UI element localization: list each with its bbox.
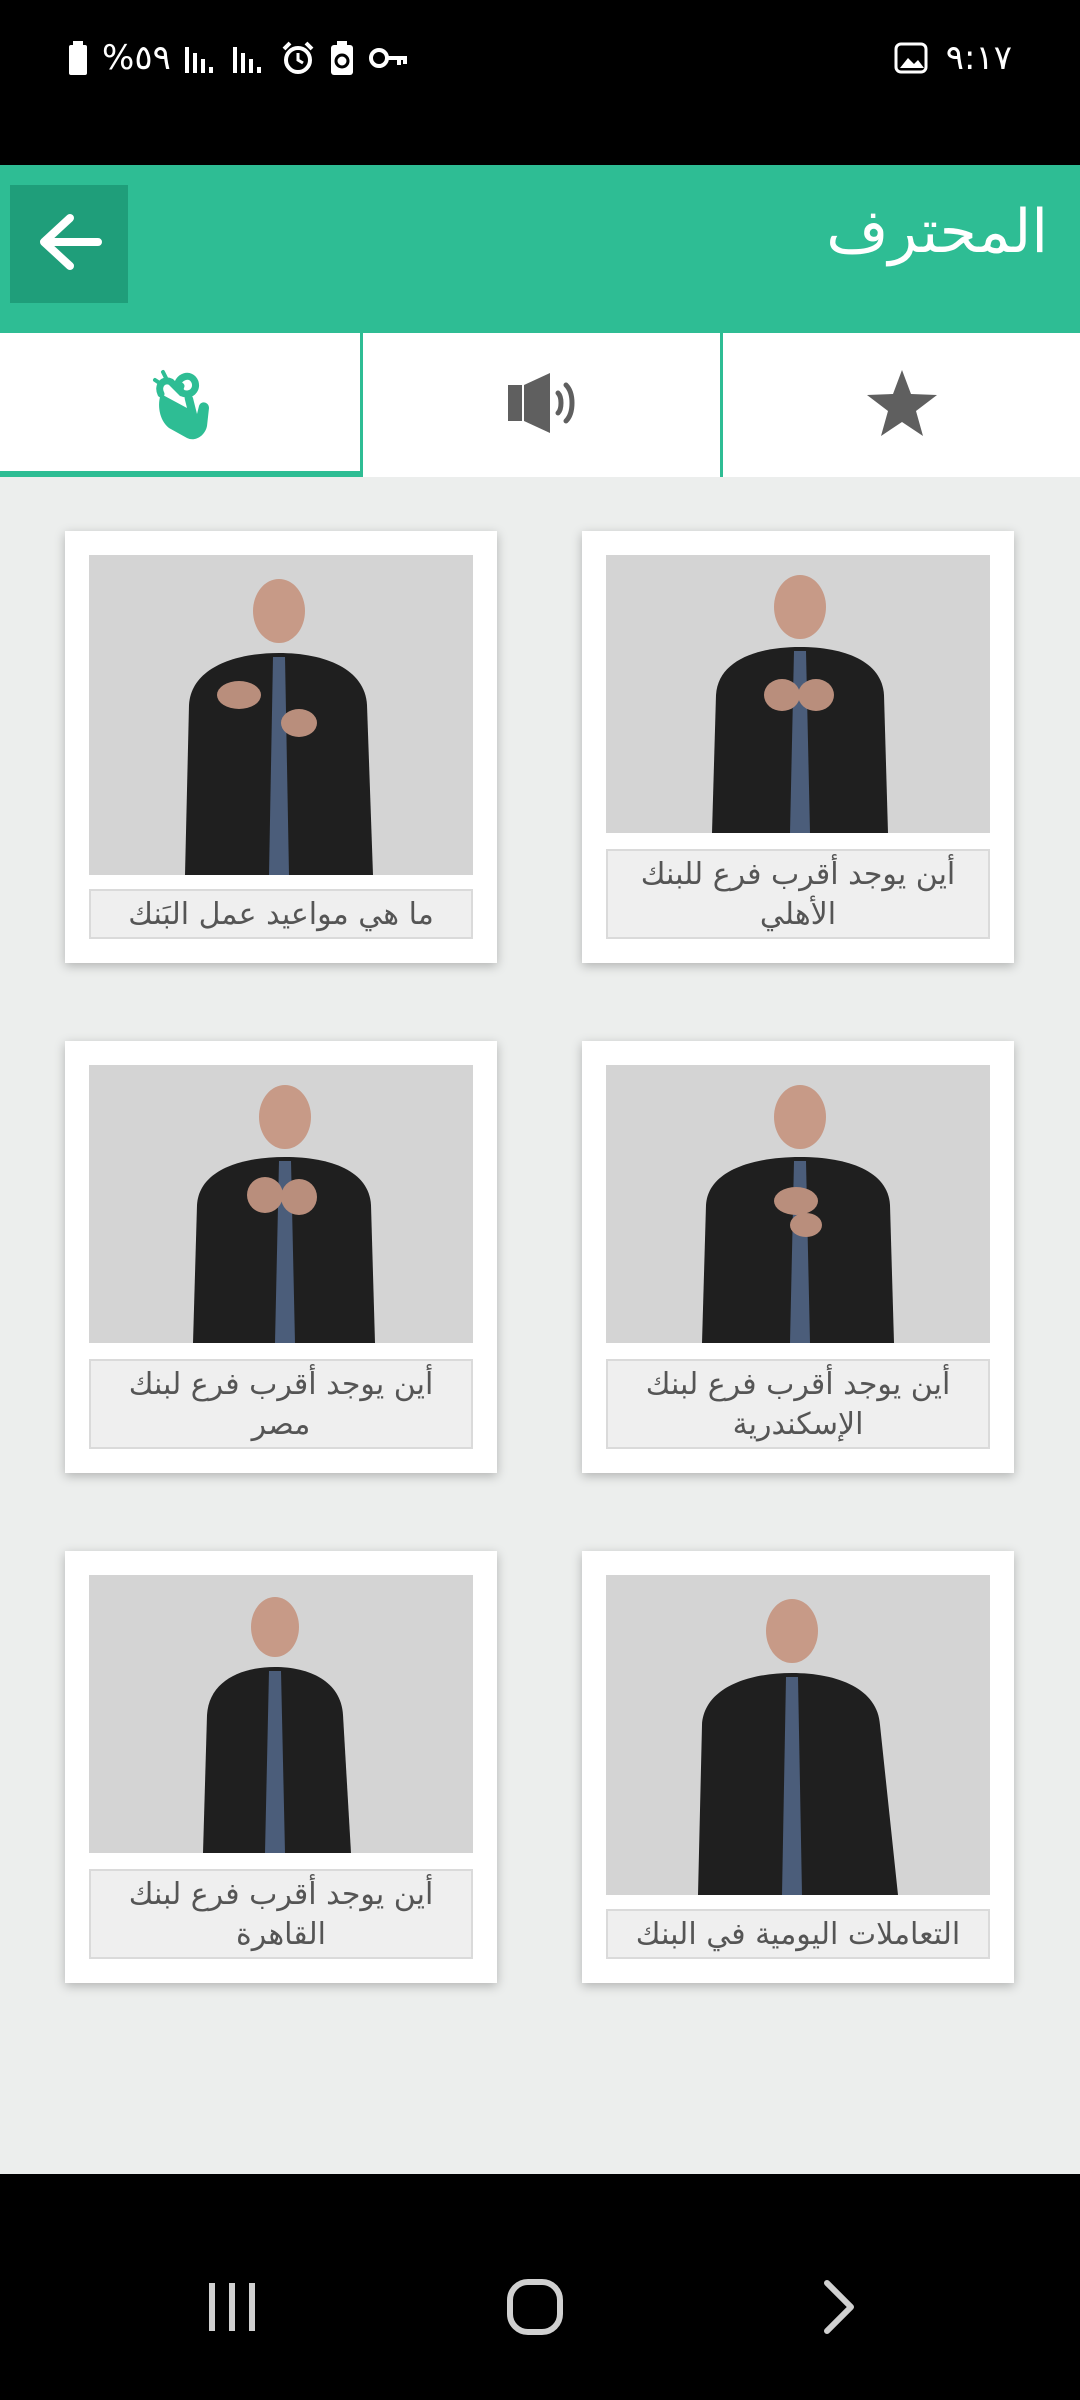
status-left: %٥٩ — [68, 36, 409, 80]
status-bar: %٥٩ ٩:١٧ — [0, 0, 1080, 165]
sign-language-hand-icon — [147, 364, 213, 446]
home-icon — [505, 2277, 565, 2341]
recycle-battery-icon — [329, 41, 355, 75]
phrase-card[interactable]: التعاملات اليومية في البنك — [582, 1551, 1014, 1983]
clock: ٩:١٧ — [945, 38, 1012, 78]
status-right: ٩:١٧ — [894, 36, 1012, 80]
phrase-grid: أين يوجد أقرب فرع للبنك الأهلي ما هي موا… — [0, 477, 1080, 2174]
system-nav-bar — [0, 2174, 1080, 2400]
recent-apps-icon — [205, 2281, 261, 2337]
arrow-left-icon — [34, 212, 104, 276]
battery-icon — [68, 41, 88, 75]
signer-figure — [89, 1065, 473, 1343]
video-thumbnail — [606, 555, 990, 833]
video-thumbnail — [606, 1575, 990, 1895]
signer-figure — [89, 555, 473, 875]
tab-sign-language[interactable] — [0, 333, 360, 477]
phrase-card[interactable]: أين يوجد أقرب فرع لبنك الإسكندرية — [582, 1041, 1014, 1473]
phrase-card[interactable]: أين يوجد أقرب فرع للبنك الأهلي — [582, 531, 1014, 963]
signer-figure — [606, 555, 990, 833]
app-bar: المحترف — [0, 165, 1080, 321]
signer-figure — [606, 1575, 990, 1895]
phrase-caption: أين يوجد أقرب فرع لبنك القاهرة — [89, 1869, 473, 1959]
chevron-right-icon — [819, 2279, 859, 2339]
phrase-card[interactable]: أين يوجد أقرب فرع لبنك مصر — [65, 1041, 497, 1473]
back-button[interactable] — [10, 185, 128, 303]
signer-figure — [606, 1065, 990, 1343]
speaker-icon — [504, 371, 580, 439]
tab-bar — [0, 333, 1080, 477]
key-icon — [368, 45, 409, 71]
tab-favorites[interactable] — [720, 333, 1080, 477]
phrase-card[interactable]: ما هي مواعيد عمل البَنك — [65, 531, 497, 963]
phrase-card[interactable]: أين يوجد أقرب فرع لبنك القاهرة — [65, 1551, 497, 1983]
video-thumbnail — [606, 1065, 990, 1343]
phrase-caption: أين يوجد أقرب فرع لبنك مصر — [89, 1359, 473, 1449]
phrase-caption: ما هي مواعيد عمل البَنك — [89, 889, 473, 939]
phrase-caption: أين يوجد أقرب فرع للبنك الأهلي — [606, 849, 990, 939]
appbar-divider — [0, 321, 1080, 333]
signal-icon — [184, 43, 219, 73]
tab-audio[interactable] — [360, 333, 720, 477]
star-icon — [865, 368, 939, 442]
home-button[interactable] — [480, 2264, 590, 2354]
signer-figure — [89, 1575, 473, 1853]
page-title: المحترف — [826, 197, 1048, 267]
phrase-caption: أين يوجد أقرب فرع لبنك الإسكندرية — [606, 1359, 990, 1449]
video-thumbnail — [89, 1065, 473, 1343]
gallery-notification-icon — [894, 42, 928, 74]
back-nav-button[interactable] — [784, 2264, 894, 2354]
phrase-caption: التعاملات اليومية في البنك — [606, 1909, 990, 1959]
alarm-icon — [281, 41, 315, 75]
signal-icon-2 — [232, 43, 267, 73]
recent-apps-button[interactable] — [178, 2264, 288, 2354]
battery-percent: %٥٩ — [102, 38, 171, 78]
video-thumbnail — [89, 1575, 473, 1853]
video-thumbnail — [89, 555, 473, 875]
